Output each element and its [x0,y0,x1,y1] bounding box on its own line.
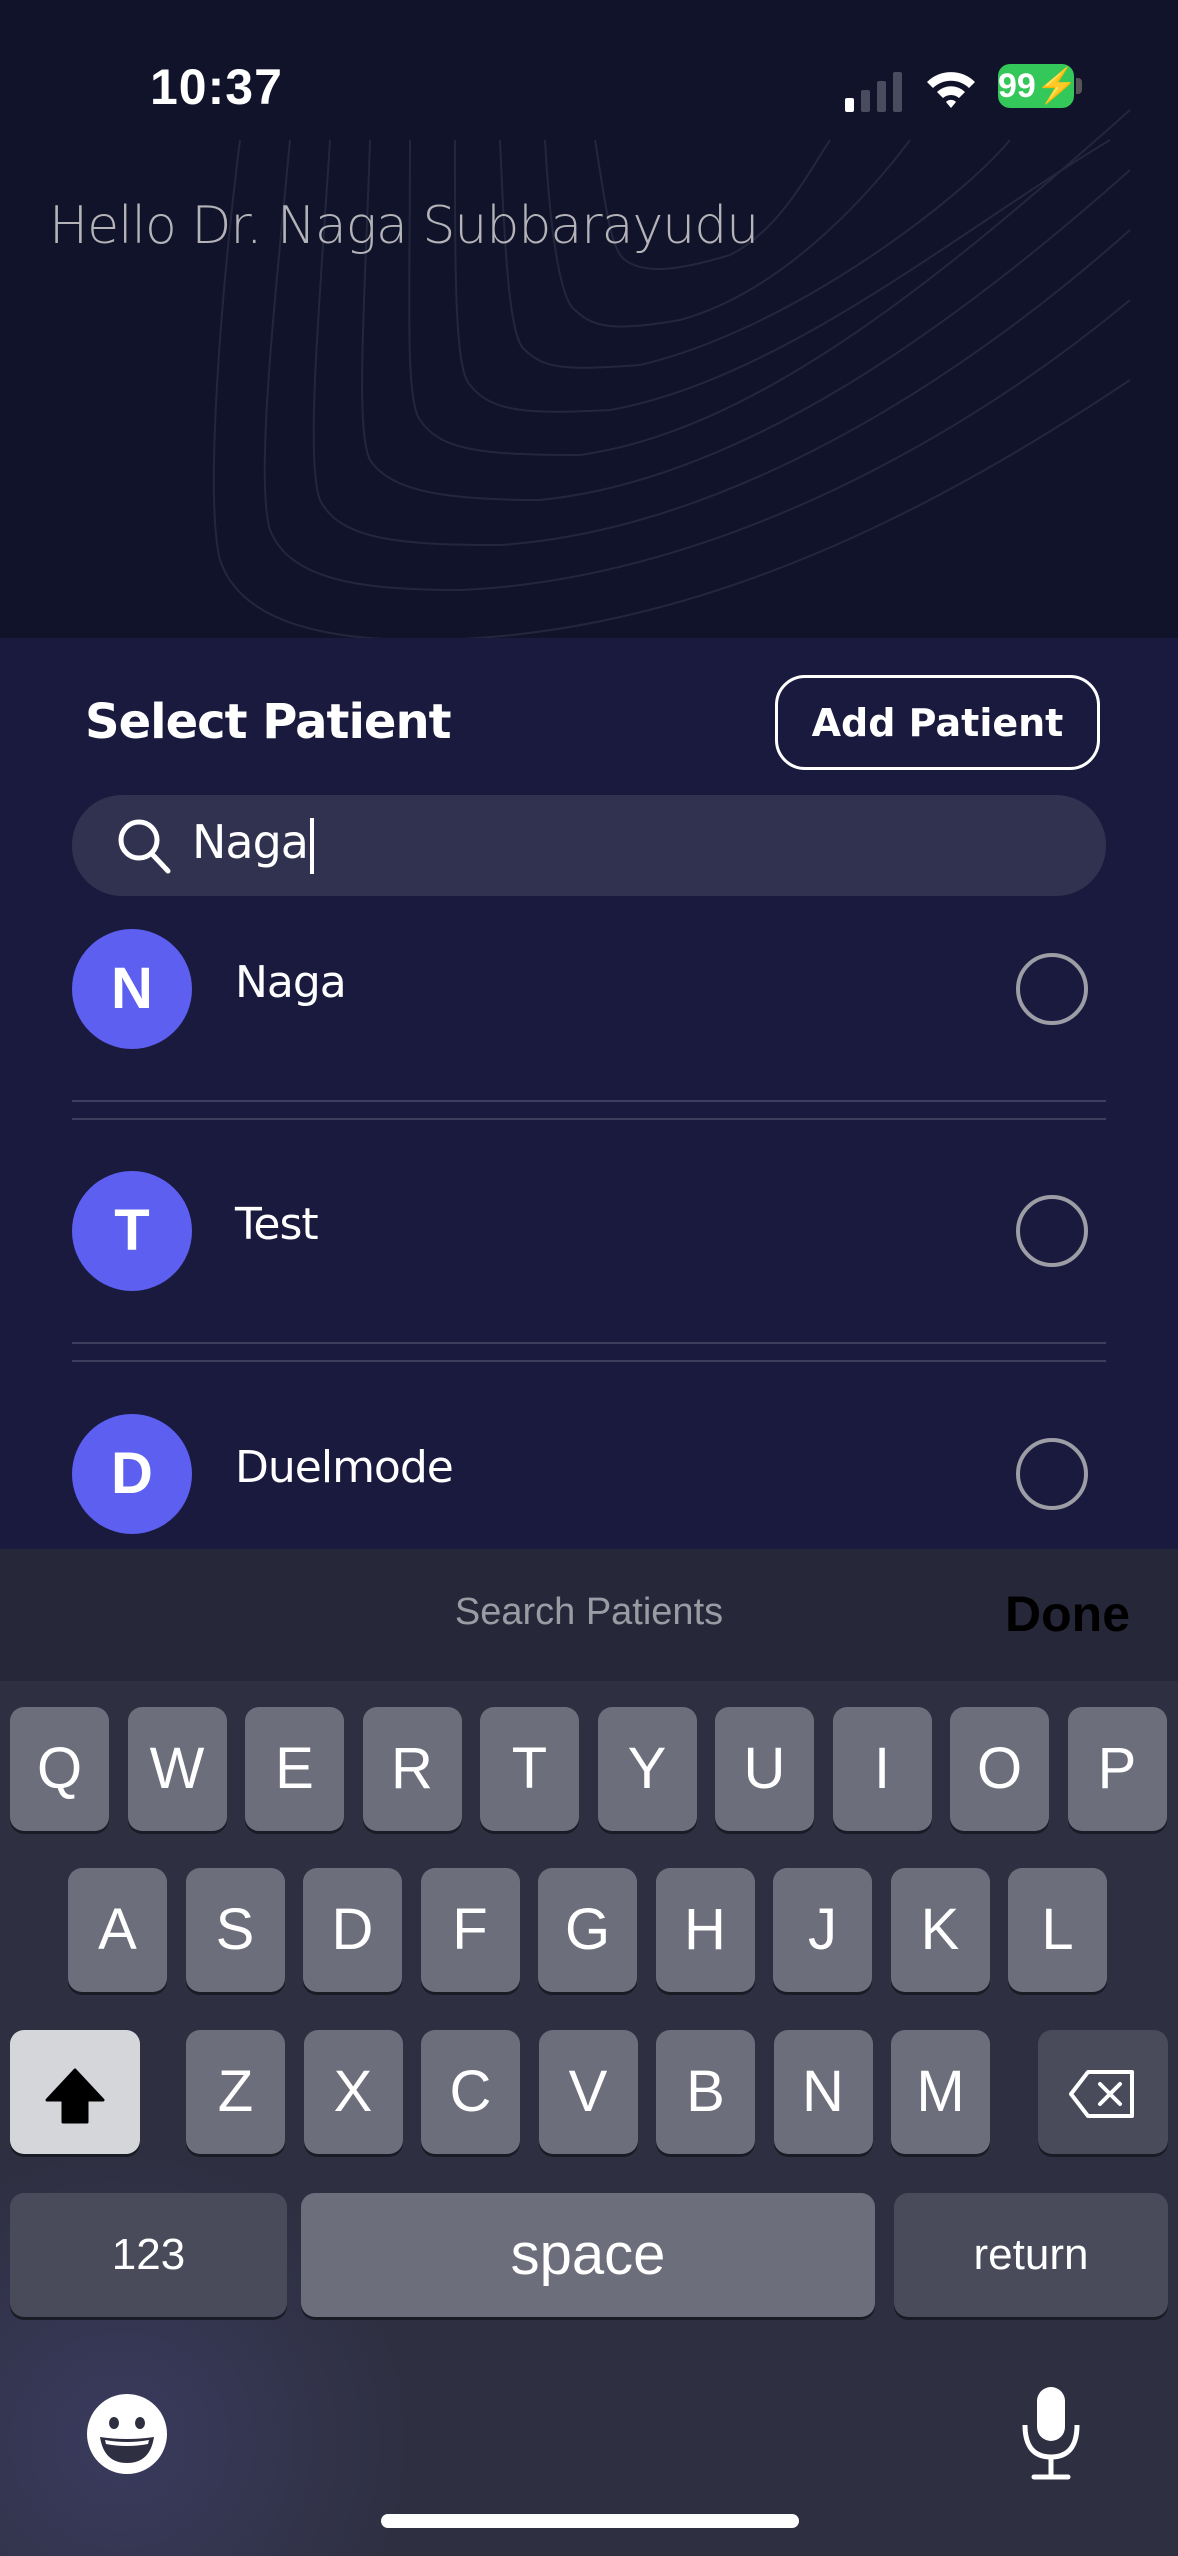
keyboard: Q W E R T Y U I O P A S D F G H J K L Z X C V B N M 123 space return [0,1681,1178,2556]
key-l[interactable]: L [1008,1868,1107,1992]
text-caret [310,817,314,874]
emoji-icon[interactable] [86,2393,168,2475]
key-p[interactable]: P [1067,1707,1167,1831]
divider [72,1360,1106,1362]
patient-avatar: T [72,1171,192,1291]
key-s[interactable]: S [185,1868,285,1992]
key-z[interactable]: Z [186,2030,285,2154]
greeting-text: Hello Dr. Naga Subbarayudu [49,196,759,256]
key-o[interactable]: O [950,1707,1049,1831]
key-v[interactable]: V [538,2030,638,2154]
return-key[interactable]: return [894,2193,1168,2317]
select-radio[interactable] [1016,953,1088,1025]
key-h[interactable]: H [655,1868,755,1992]
battery-level: 99 [998,67,1036,105]
patient-avatar: N [72,929,192,1049]
key-k[interactable]: K [890,1868,990,1992]
key-q[interactable]: Q [10,1707,109,1831]
wifi-icon [927,72,975,108]
key-c[interactable]: C [421,2030,520,2154]
key-m[interactable]: M [891,2030,990,2154]
shift-arrow-icon [45,2068,105,2124]
microphone-icon[interactable] [1020,2385,1082,2481]
battery-nub [1076,78,1082,94]
key-x[interactable]: X [303,2030,403,2154]
search-text: Naga [192,815,309,869]
key-n[interactable]: N [773,2030,873,2154]
key-u[interactable]: U [715,1707,814,1831]
accessory-placeholder: Search Patients [454,1591,724,1633]
key-i[interactable]: I [832,1707,932,1831]
divider [72,1342,1106,1344]
keyboard-accessory-bar: Search Patients Done [0,1549,1178,1681]
key-g[interactable]: G [538,1868,637,1992]
key-d[interactable]: D [303,1868,402,1992]
add-patient-button[interactable]: Add Patient [775,675,1100,770]
patient-name: Duelmode [235,1442,454,1493]
divider [72,1100,1106,1102]
patient-avatar: D [72,1414,192,1534]
key-y[interactable]: Y [597,1707,697,1831]
search-value[interactable]: Naga [192,815,314,874]
patient-name: Test [235,1199,319,1250]
select-radio[interactable] [1016,1438,1088,1510]
search-icon [118,819,171,874]
key-t[interactable]: T [480,1707,579,1831]
key-r[interactable]: R [362,1707,462,1831]
patient-row[interactable]: T Test [72,1171,1106,1291]
patient-row[interactable]: N Naga [72,929,1106,1049]
space-key[interactable]: space [301,2193,875,2317]
select-patient-sheet: Select Patient Add Patient Naga N Naga T… [0,638,1178,1549]
select-radio[interactable] [1016,1195,1088,1267]
numbers-key[interactable]: 123 [10,2193,287,2317]
key-f[interactable]: F [420,1868,520,1992]
search-input[interactable]: Naga [72,795,1106,896]
done-button[interactable]: Done [1005,1585,1130,1643]
charging-bolt-icon: ⚡ [1035,67,1079,105]
cellular-signal-icon [845,72,902,112]
key-a[interactable]: A [68,1868,167,1992]
key-j[interactable]: J [773,1868,872,1992]
sheet-title: Select Patient [85,694,452,750]
patient-name: Naga [235,957,347,1008]
divider [72,1118,1106,1120]
shift-key[interactable] [10,2030,140,2154]
key-e[interactable]: E [245,1707,344,1831]
patient-row[interactable]: D Duelmode [72,1414,1106,1534]
backspace-key[interactable] [1038,2030,1168,2154]
key-w[interactable]: W [127,1707,227,1831]
status-time: 10:37 [150,59,283,115]
battery-indicator: 99⚡ [998,64,1078,108]
home-indicator [381,2514,799,2528]
header: 10:37 99⚡ Hello Dr. Naga Subbarayudu [0,0,1178,638]
backspace-icon [1069,2070,1134,2119]
key-b[interactable]: B [656,2030,755,2154]
